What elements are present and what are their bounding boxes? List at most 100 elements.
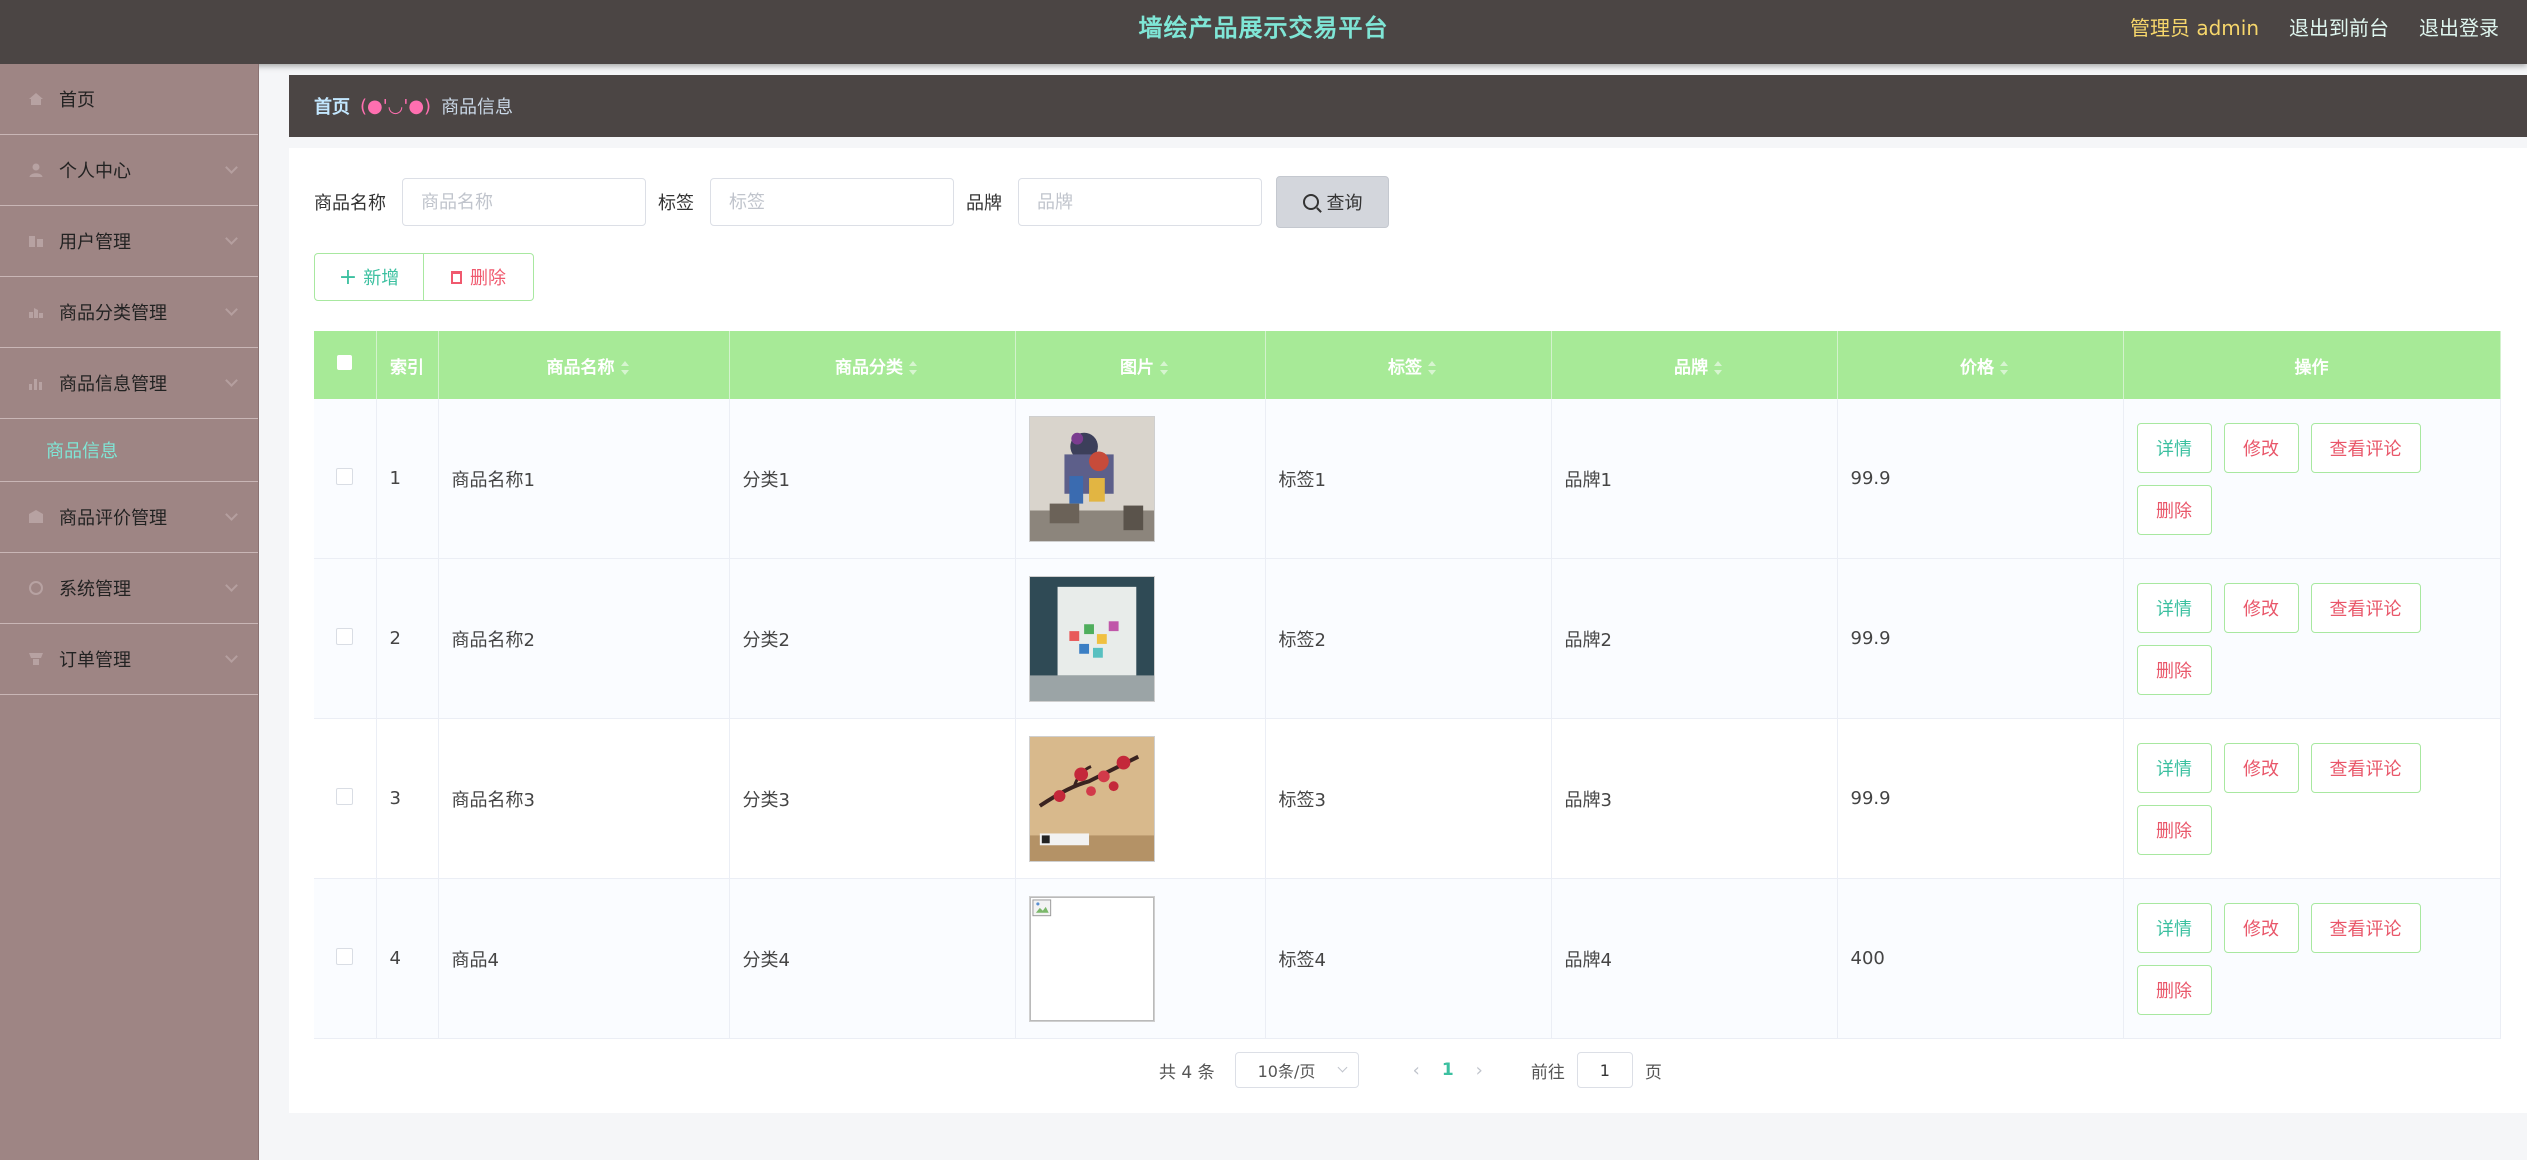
page-size-select[interactable]: 10条/页 [1234, 1052, 1359, 1088]
query-button[interactable]: 查询 [1276, 176, 1389, 228]
batch-delete-button[interactable]: 删除 [424, 253, 534, 301]
cell-category: 分类1 [729, 399, 1016, 559]
sidebar-item-product-management[interactable]: 商品信息管理 [0, 348, 258, 419]
sidebar-item-label: 首页 [59, 90, 95, 111]
tag-search-input[interactable] [710, 178, 954, 226]
table-header-row: 索引 商品名称 商品分类 图片 标签 品牌 价格 操作 [314, 331, 2501, 399]
page-number-current[interactable]: 1 [1442, 1060, 1454, 1080]
breadcrumb-home[interactable]: 首页 [314, 93, 350, 119]
sidebar-subitem-product-info[interactable]: 商品信息 [0, 419, 258, 482]
sidebar-item-review-management[interactable]: 商品评价管理 [0, 482, 258, 553]
cell-actions: 详情 修改 查看评论 删除 [2123, 878, 2501, 1039]
cell-index: 1 [376, 399, 439, 559]
chevron-down-icon [225, 508, 238, 521]
name-search-input[interactable] [402, 178, 646, 226]
user-icon [27, 161, 45, 179]
table-row: 4 商品4 分类4 标签4 品牌4 400 详情 修改 查看评论 删除 [314, 878, 2501, 1039]
back-to-frontend-link[interactable]: 退出到前台 [2289, 12, 2389, 41]
select-all-header[interactable] [314, 331, 377, 399]
main-panel: 商品名称 标签 品牌 查询 + 新增 删除 [289, 148, 2527, 1113]
cell-price: 99.9 [1837, 399, 2124, 559]
sidebar-item-order-management[interactable]: 订单管理 [0, 624, 258, 695]
delete-button[interactable]: 删除 [2136, 804, 2212, 855]
product-image[interactable] [1028, 575, 1155, 702]
cell-actions: 详情 修改 查看评论 删除 [2123, 558, 2501, 719]
sidebar-item-home[interactable]: 首页 [0, 64, 258, 135]
add-button[interactable]: + 新增 [314, 253, 424, 301]
edit-button[interactable]: 修改 [2223, 742, 2299, 793]
view-reviews-button[interactable]: 查看评论 [2310, 422, 2421, 473]
prev-page-button[interactable]: ‹ [1413, 1060, 1420, 1081]
cell-actions: 详情 修改 查看评论 删除 [2123, 718, 2501, 879]
edit-button[interactable]: 修改 [2223, 902, 2299, 953]
edit-button[interactable]: 修改 [2223, 422, 2299, 473]
admin-role-label: 管理员 admin [2129, 16, 2259, 40]
product-image[interactable] [1028, 415, 1155, 542]
col-name[interactable]: 商品名称 [438, 331, 730, 399]
breadcrumb: 首页 (●'◡'●) 商品信息 [289, 75, 2527, 137]
col-image[interactable]: 图片 [1015, 331, 1266, 399]
cell-tag: 标签2 [1265, 558, 1552, 719]
top-right-nav: 管理员 admin 退出到前台 退出登录 [2130, 12, 2499, 41]
detail-button[interactable]: 详情 [2136, 422, 2212, 473]
col-brand-label: 品牌 [1674, 357, 1708, 378]
sidebar-item-label: 个人中心 [59, 161, 131, 182]
col-category[interactable]: 商品分类 [729, 331, 1016, 399]
chevron-down-icon [225, 374, 238, 387]
delete-button[interactable]: 删除 [2136, 964, 2212, 1015]
sidebar-item-label: 用户管理 [59, 232, 131, 253]
plus-icon: + [338, 264, 358, 290]
product-image[interactable] [1028, 735, 1155, 862]
row-select-cell [314, 718, 377, 879]
delete-button[interactable]: 删除 [2136, 644, 2212, 695]
detail-button[interactable]: 详情 [2136, 582, 2212, 633]
sidebar-item-category-management[interactable]: 商品分类管理 [0, 277, 258, 348]
sidebar: 首页 个人中心 用户管理 商品分类管理 商品信息管理 商品信息 商品评价管理 系… [0, 64, 259, 1160]
col-index: 索引 [376, 331, 439, 399]
view-reviews-button[interactable]: 查看评论 [2310, 582, 2421, 633]
detail-button[interactable]: 详情 [2136, 902, 2212, 953]
cell-category: 分类2 [729, 558, 1016, 719]
row-checkbox[interactable] [336, 947, 354, 965]
sidebar-item-label: 订单管理 [59, 650, 131, 671]
row-checkbox[interactable] [336, 787, 354, 805]
add-button-label: 新增 [363, 268, 400, 289]
next-page-button[interactable]: › [1476, 1060, 1483, 1081]
view-reviews-button[interactable]: 查看评论 [2310, 742, 2421, 793]
breadcrumb-current: 商品信息 [441, 97, 514, 118]
product-table: 索引 商品名称 商品分类 图片 标签 品牌 价格 操作 1 商品名称1 分类1 [314, 331, 2501, 1039]
goto-page-input[interactable] [1576, 1052, 1633, 1088]
brand-search-input[interactable] [1018, 178, 1262, 226]
tag-label: 标签 [658, 193, 694, 214]
cell-image [1015, 718, 1266, 879]
search-icon [1302, 194, 1319, 210]
pagination: 共 4 条 10条/页 ‹ 1 › 前往 页 [1159, 1052, 1662, 1088]
settings-icon [27, 579, 45, 597]
cell-image [1015, 878, 1266, 1039]
chevron-down-icon [225, 650, 238, 663]
cell-name: 商品名称2 [438, 558, 730, 719]
col-brand[interactable]: 品牌 [1551, 331, 1838, 399]
row-checkbox[interactable] [336, 627, 354, 645]
row-select-cell [314, 399, 377, 559]
detail-button[interactable]: 详情 [2136, 742, 2212, 793]
edit-button[interactable]: 修改 [2223, 582, 2299, 633]
delete-button[interactable]: 删除 [2136, 484, 2212, 535]
col-tag[interactable]: 标签 [1265, 331, 1552, 399]
cell-tag: 标签3 [1265, 718, 1552, 879]
users-icon [27, 232, 45, 250]
sidebar-item-label: 商品信息管理 [59, 374, 167, 395]
cell-index: 2 [376, 558, 439, 719]
col-actions: 操作 [2123, 331, 2501, 399]
broken-image-icon[interactable] [1028, 895, 1155, 1022]
view-reviews-button[interactable]: 查看评论 [2310, 902, 2421, 953]
cell-tag: 标签4 [1265, 878, 1552, 1039]
col-price[interactable]: 价格 [1837, 331, 2124, 399]
select-all-checkbox[interactable] [337, 355, 353, 370]
sidebar-item-personal-center[interactable]: 个人中心 [0, 135, 258, 206]
logout-link[interactable]: 退出登录 [2419, 12, 2499, 41]
row-checkbox[interactable] [336, 467, 354, 485]
col-image-label: 图片 [1120, 357, 1154, 378]
sidebar-item-system-management[interactable]: 系统管理 [0, 553, 258, 624]
sidebar-item-user-management[interactable]: 用户管理 [0, 206, 258, 277]
